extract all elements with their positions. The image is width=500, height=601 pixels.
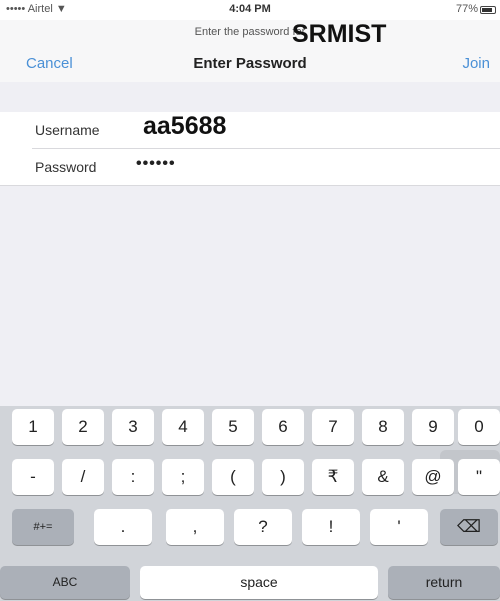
key-4[interactable]: 4 bbox=[162, 409, 204, 445]
key-colon[interactable]: : bbox=[112, 459, 154, 495]
key-slash[interactable]: / bbox=[62, 459, 104, 495]
delete-key[interactable]: ⌫ bbox=[440, 509, 498, 545]
password-field[interactable]: •••••• bbox=[136, 155, 176, 173]
symbols-toggle-key[interactable]: #+= bbox=[12, 509, 74, 545]
key-open-paren[interactable]: ( bbox=[212, 459, 254, 495]
space-key[interactable]: space bbox=[140, 566, 378, 599]
username-label: Username bbox=[35, 122, 100, 138]
form-top-spacer bbox=[0, 82, 500, 112]
key-0[interactable]: 0 bbox=[458, 409, 500, 445]
key-quote[interactable]: " bbox=[458, 459, 500, 495]
key-rupee[interactable]: ₹ bbox=[312, 459, 354, 495]
key-at[interactable]: @ bbox=[412, 459, 454, 495]
key-question[interactable]: ? bbox=[234, 509, 292, 545]
battery-percent: 77% bbox=[455, 3, 478, 15]
password-row[interactable]: Password •••••• bbox=[0, 149, 500, 185]
key-exclamation[interactable]: ! bbox=[302, 509, 360, 545]
password-label: Password bbox=[35, 159, 97, 175]
status-bar: ••••• Airtel ▼ 4:04 PM 77% bbox=[0, 0, 500, 22]
page-title: Enter Password bbox=[193, 55, 307, 72]
network-name: SRMIST bbox=[292, 20, 387, 48]
return-key[interactable]: return bbox=[388, 566, 500, 599]
battery-icon bbox=[480, 6, 496, 14]
keyboard: 1 2 3 4 5 6 7 8 9 0 - / : ; ( ) ₹ & @ " … bbox=[0, 406, 500, 601]
username-field[interactable]: aa5688 bbox=[143, 112, 226, 141]
abc-key[interactable]: ABC bbox=[0, 566, 130, 599]
key-hyphen[interactable]: - bbox=[12, 459, 54, 495]
key-apostrophe[interactable]: ' bbox=[370, 509, 428, 545]
key-comma[interactable]: , bbox=[166, 509, 224, 545]
prompt-text: Enter the password for bbox=[194, 26, 306, 38]
username-row[interactable]: Username aa5688 bbox=[0, 112, 500, 148]
backspace-icon: ⌫ bbox=[456, 517, 482, 536]
empty-background bbox=[0, 186, 500, 406]
status-time: 4:04 PM bbox=[229, 3, 271, 15]
join-button[interactable]: Join bbox=[462, 55, 490, 72]
key-3[interactable]: 3 bbox=[112, 409, 154, 445]
key-9[interactable]: 9 bbox=[412, 409, 454, 445]
key-5[interactable]: 5 bbox=[212, 409, 254, 445]
key-semicolon[interactable]: ; bbox=[162, 459, 204, 495]
key-8[interactable]: 8 bbox=[362, 409, 404, 445]
key-period[interactable]: . bbox=[94, 509, 152, 545]
credentials-form: Username aa5688 Password •••••• bbox=[0, 112, 500, 186]
key-1[interactable]: 1 bbox=[12, 409, 54, 445]
key-ampersand[interactable]: & bbox=[362, 459, 404, 495]
key-7[interactable]: 7 bbox=[312, 409, 354, 445]
password-prompt: Enter the password for bbox=[0, 26, 500, 38]
nav-bar: Enter the password for SRMIST Cancel Ent… bbox=[0, 20, 500, 82]
key-close-paren[interactable]: ) bbox=[262, 459, 304, 495]
key-2[interactable]: 2 bbox=[62, 409, 104, 445]
key-6[interactable]: 6 bbox=[262, 409, 304, 445]
